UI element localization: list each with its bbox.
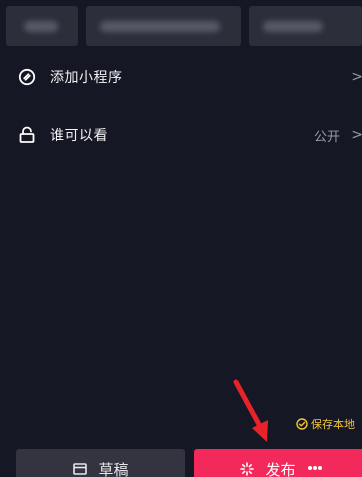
draft-button[interactable]: 草稿 <box>16 449 185 477</box>
visibility-value: 公开 <box>313 129 340 145</box>
add-mini-program-label: 添加小程序 <box>50 70 123 86</box>
publish-button[interactable]: 发布 <box>194 449 362 477</box>
chevron-right-icon: > <box>351 69 362 85</box>
link-icon <box>18 68 36 86</box>
lock-icon <box>19 126 35 143</box>
blurred-tag-chips <box>6 6 362 46</box>
chevron-right-icon: > <box>351 127 362 143</box>
visibility-label: 谁可以看 <box>50 128 108 144</box>
publish-label: 发布 <box>265 460 296 477</box>
blurred-chip[interactable] <box>6 6 78 46</box>
annotation-arrow-icon <box>233 379 268 442</box>
draft-label: 草稿 <box>98 460 129 477</box>
dots-icon <box>307 466 322 470</box>
sparkle-icon <box>240 462 255 476</box>
visibility-row[interactable]: 谁可以看 公开 > <box>0 115 362 155</box>
blurred-chip[interactable] <box>249 6 362 46</box>
blurred-chip[interactable] <box>86 6 241 46</box>
publish-screen: 添加小程序 > 谁可以看 公开 > 保存本地 草稿 发布 <box>0 0 362 477</box>
draft-box-icon <box>73 463 88 475</box>
save-local-label: 保存本地 <box>311 418 355 431</box>
save-local-toggle[interactable]: 保存本地 <box>296 416 355 432</box>
check-circle-icon <box>296 418 308 430</box>
add-mini-program-row[interactable]: 添加小程序 > <box>0 57 362 97</box>
